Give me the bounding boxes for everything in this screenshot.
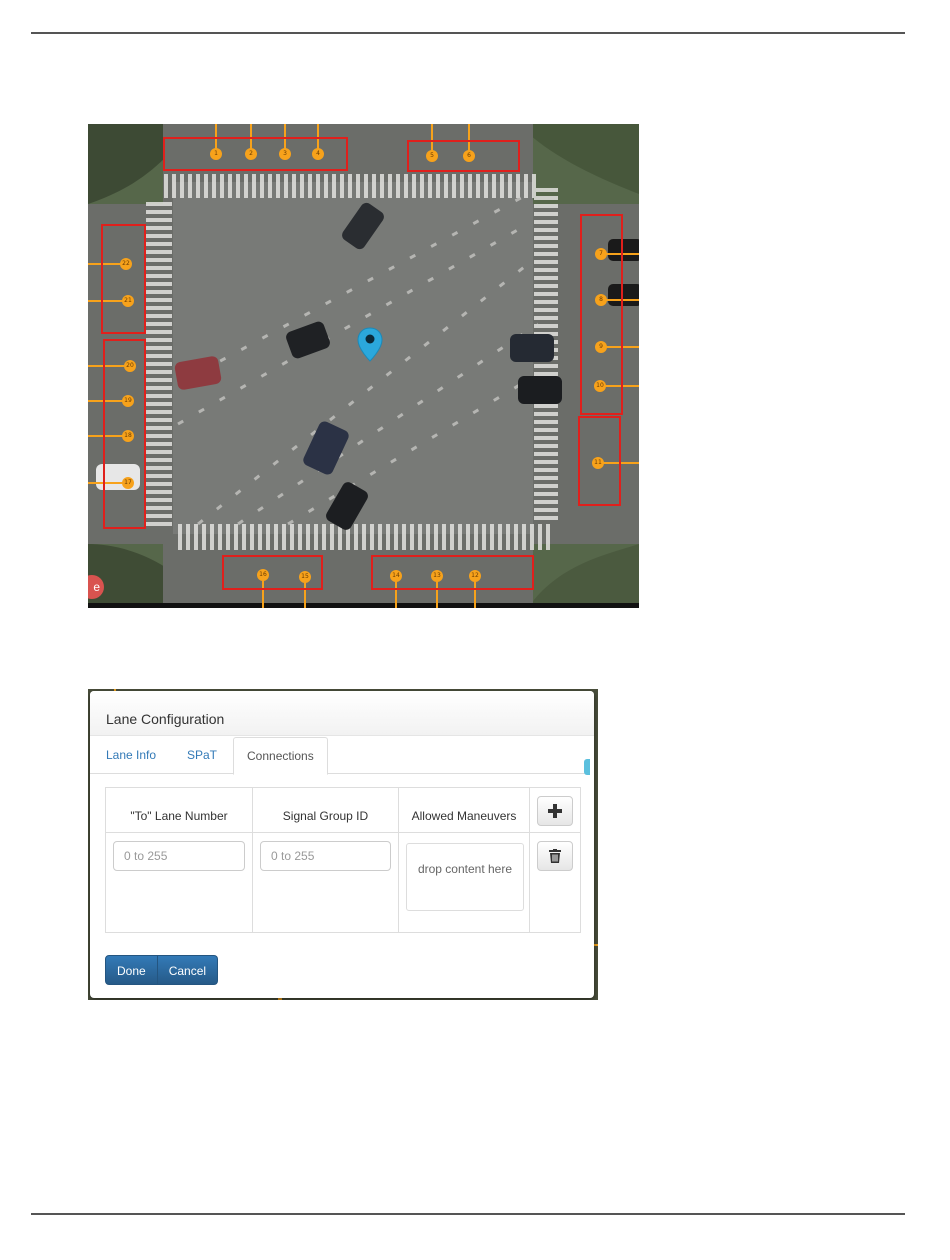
lane-marker-19[interactable]: 19 bbox=[122, 395, 134, 407]
lane-marker-18[interactable]: 18 bbox=[122, 430, 134, 442]
lane-marker-21[interactable]: 21 bbox=[122, 295, 134, 307]
to-lane-number-input[interactable] bbox=[113, 841, 245, 871]
add-connection-button[interactable] bbox=[537, 796, 573, 826]
lane-marker-1[interactable]: 1 bbox=[210, 148, 222, 160]
lane-marker-20[interactable]: 20 bbox=[124, 360, 136, 372]
connections-table: "To" Lane Number Signal Group ID Allowed… bbox=[105, 787, 581, 933]
top-rule bbox=[31, 32, 905, 34]
side-indicator bbox=[584, 759, 590, 775]
tab-connections[interactable]: Connections bbox=[233, 737, 328, 775]
dialog-actions: Done Cancel bbox=[105, 955, 219, 985]
map-imagery bbox=[88, 124, 639, 608]
column-header-maneuvers: Allowed Maneuvers bbox=[411, 809, 517, 823]
lane-marker-3[interactable]: 3 bbox=[279, 148, 291, 160]
lane-marker-13[interactable]: 13 bbox=[431, 570, 443, 582]
signal-group-id-input[interactable] bbox=[260, 841, 391, 871]
lane-marker-15[interactable]: 15 bbox=[299, 571, 311, 583]
tab-bar: Lane Info SPaT Connections bbox=[90, 737, 590, 775]
intersection-map[interactable]: 1 2 3 4 5 6 7 8 9 10 11 12 13 14 15 16 17 18 19 20 21 22 e bbox=[88, 124, 639, 608]
lane-marker-8[interactable]: 8 bbox=[595, 294, 607, 306]
dialog-backdrop: Lane Configuration Lane Info SPaT Connec… bbox=[88, 689, 598, 1000]
lane-marker-6[interactable]: 6 bbox=[463, 150, 475, 162]
tab-spat[interactable]: SPaT bbox=[187, 737, 217, 773]
plus-icon bbox=[548, 804, 562, 818]
trash-icon bbox=[549, 849, 561, 863]
lane-marker-7[interactable]: 7 bbox=[595, 248, 607, 260]
column-header-signal-group: Signal Group ID bbox=[282, 809, 369, 823]
lane-marker-5[interactable]: 5 bbox=[426, 150, 438, 162]
lane-configuration-dialog: Lane Configuration Lane Info SPaT Connec… bbox=[90, 691, 594, 998]
lane-marker-17[interactable]: 17 bbox=[122, 477, 134, 489]
tab-lane-info[interactable]: Lane Info bbox=[106, 737, 156, 773]
lane-marker-12[interactable]: 12 bbox=[469, 570, 481, 582]
cancel-button[interactable]: Cancel bbox=[157, 955, 219, 985]
lane-marker-10[interactable]: 10 bbox=[594, 380, 606, 392]
lane-marker-11[interactable]: 11 bbox=[592, 457, 604, 469]
dialog-title: Lane Configuration bbox=[106, 711, 225, 727]
done-button[interactable]: Done bbox=[105, 955, 158, 985]
delete-connection-button[interactable] bbox=[537, 841, 573, 871]
bottom-rule bbox=[31, 1213, 905, 1215]
lane-marker-14[interactable]: 14 bbox=[390, 570, 402, 582]
lane-marker-22[interactable]: 22 bbox=[120, 258, 132, 270]
lane-marker-9[interactable]: 9 bbox=[595, 341, 607, 353]
maneuvers-drop-zone[interactable]: drop content here bbox=[406, 843, 524, 911]
lane-marker-2[interactable]: 2 bbox=[245, 148, 257, 160]
lane-marker-4[interactable]: 4 bbox=[312, 148, 324, 160]
lane-marker-16[interactable]: 16 bbox=[257, 569, 269, 581]
column-header-to-lane: "To" Lane Number bbox=[130, 809, 228, 823]
